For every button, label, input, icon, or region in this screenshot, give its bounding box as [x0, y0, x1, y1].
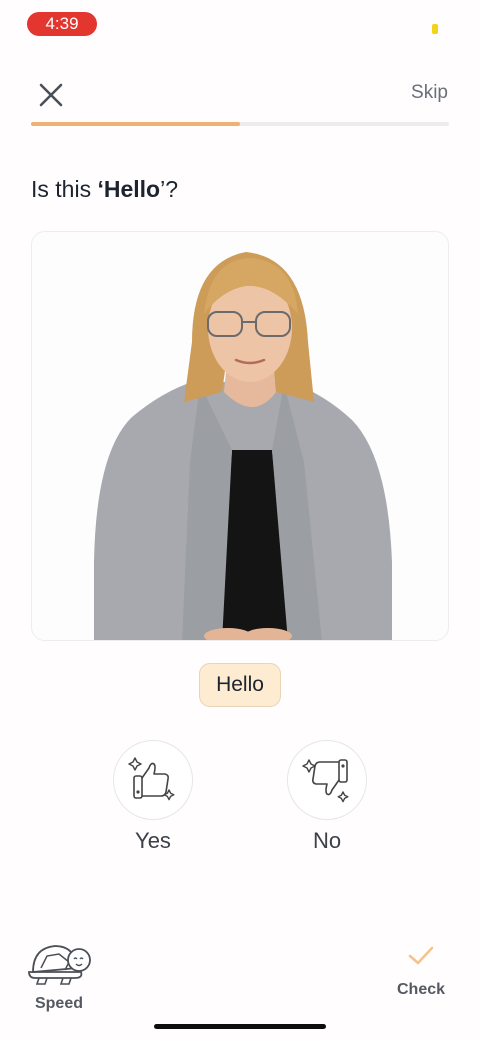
no-button[interactable]: No	[287, 740, 367, 854]
yes-button[interactable]: Yes	[113, 740, 193, 854]
close-icon	[39, 83, 63, 107]
status-time: 4:39	[27, 12, 97, 36]
yes-circle[interactable]	[113, 740, 193, 820]
answer-chip: Hello	[199, 663, 281, 707]
no-circle[interactable]	[287, 740, 367, 820]
person-signing-video-icon	[94, 252, 392, 640]
yes-label: Yes	[135, 828, 171, 853]
turtle-icon	[28, 945, 91, 985]
sign-video[interactable]	[31, 231, 449, 641]
question-prefix: Is this	[31, 176, 98, 202]
home-indicator	[154, 1024, 326, 1029]
checkmark-icon	[408, 946, 434, 965]
thumbs-up-icon	[128, 757, 175, 801]
thumbs-down-icon	[302, 759, 349, 803]
close-button[interactable]	[36, 80, 66, 110]
skip-button[interactable]: Skip	[411, 82, 448, 104]
check-button[interactable]: Check	[388, 944, 454, 999]
speed-label: Speed	[34, 995, 83, 1012]
recording-indicator-icon	[432, 24, 438, 34]
progress-fill	[31, 122, 240, 126]
question-word: Hello	[103, 176, 161, 202]
check-label: Check	[396, 981, 446, 998]
speed-button[interactable]: Speed	[24, 938, 94, 1013]
question-text: Is this ‘Hello’?	[31, 176, 178, 203]
progress-bar	[31, 122, 449, 126]
question-suffix: ?	[165, 176, 179, 202]
no-label: No	[312, 828, 342, 853]
